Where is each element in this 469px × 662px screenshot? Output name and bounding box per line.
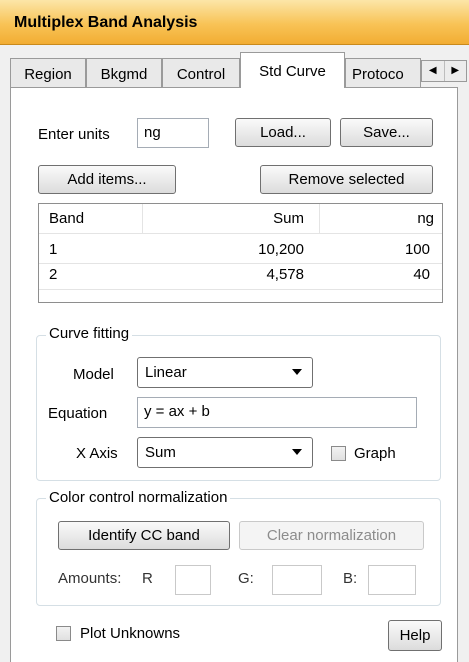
- model-label: Model: [73, 366, 114, 383]
- amounts-label: Amounts:: [58, 570, 122, 587]
- clear-normalization-button[interactable]: Clear normalization: [239, 521, 424, 550]
- remove-selected-button[interactable]: Remove selected: [260, 165, 433, 194]
- tab-bkgmd[interactable]: Bkgmd: [86, 58, 162, 88]
- equation-label: Equation: [48, 405, 108, 422]
- g-label: G:: [238, 570, 254, 587]
- chevron-down-icon: [292, 369, 302, 375]
- header-band[interactable]: Band: [49, 210, 84, 227]
- cell-sum: 10,200: [258, 241, 304, 258]
- g-amount-field[interactable]: [272, 565, 322, 595]
- chevron-down-icon: [292, 449, 302, 455]
- window-title: Multiplex Band Analysis: [14, 14, 198, 31]
- table-header: Band Sum ng: [39, 204, 442, 234]
- cell-band: 1: [49, 241, 58, 258]
- title-bar: Multiplex Band Analysis: [0, 0, 469, 45]
- header-divider: [142, 204, 143, 233]
- model-dropdown[interactable]: Linear: [137, 357, 313, 388]
- color-control-legend: Color control normalization: [46, 489, 231, 506]
- cell-ng: 100: [404, 241, 430, 258]
- tab-protocol[interactable]: Protoco: [345, 58, 421, 88]
- add-items-button[interactable]: Add items...: [38, 165, 176, 194]
- tab-std-curve[interactable]: Std Curve: [240, 52, 345, 88]
- units-label: Enter units: [38, 126, 110, 143]
- tab-scroll-buttons: ◀ ▶: [421, 60, 467, 82]
- x-axis-label: X Axis: [76, 445, 118, 462]
- tab-control[interactable]: Control: [162, 58, 240, 88]
- cell-sum: 4,578: [266, 266, 304, 283]
- tab-scroll-left-icon[interactable]: ◀: [422, 61, 445, 81]
- r-label: R: [142, 570, 153, 587]
- graph-label: Graph: [354, 445, 396, 462]
- r-amount-field[interactable]: [175, 565, 211, 595]
- b-amount-field[interactable]: [368, 565, 416, 595]
- load-button[interactable]: Load...: [235, 118, 331, 147]
- x-axis-value: Sum: [145, 444, 176, 461]
- cell-ng: 40: [413, 266, 430, 283]
- header-sum[interactable]: Sum: [273, 210, 304, 227]
- units-input[interactable]: ng: [137, 118, 209, 148]
- identify-cc-band-button[interactable]: Identify CC band: [58, 521, 230, 550]
- row-divider: [39, 263, 442, 264]
- x-axis-dropdown[interactable]: Sum: [137, 437, 313, 468]
- cell-band: 2: [49, 266, 58, 283]
- header-ng[interactable]: ng: [417, 210, 434, 227]
- header-divider: [319, 204, 320, 233]
- save-button[interactable]: Save...: [340, 118, 433, 147]
- tab-region[interactable]: Region: [10, 58, 86, 88]
- row-divider: [39, 289, 442, 290]
- graph-checkbox[interactable]: [331, 446, 346, 461]
- curve-fitting-legend: Curve fitting: [46, 325, 133, 342]
- band-table[interactable]: Band Sum ng 1 10,200 100 2 4,578 40: [38, 203, 443, 303]
- b-label: B:: [343, 570, 358, 587]
- plot-unknowns-checkbox[interactable]: [56, 626, 71, 641]
- tab-scroll-right-icon[interactable]: ▶: [445, 61, 467, 81]
- help-button[interactable]: Help: [388, 620, 442, 651]
- plot-unknowns-label: Plot Unknowns: [80, 625, 181, 642]
- model-value: Linear: [145, 364, 187, 381]
- equation-field[interactable]: y = ax + b: [137, 397, 417, 428]
